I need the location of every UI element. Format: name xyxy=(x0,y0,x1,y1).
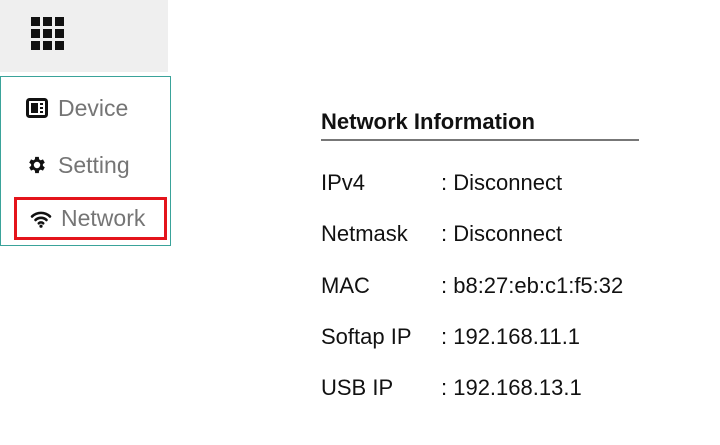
sidebar-item-label: Device xyxy=(58,94,129,121)
info-value: : 192.168.13.1 xyxy=(441,375,582,400)
app-header xyxy=(0,0,168,72)
wifi-icon xyxy=(29,207,53,231)
device-icon xyxy=(25,96,49,120)
info-value: : Disconnect xyxy=(441,170,563,195)
info-value: : b8:27:eb:c1:f5:32 xyxy=(441,273,624,298)
info-value: : 192.168.11.1 xyxy=(441,324,581,349)
info-label: Softap IP xyxy=(321,324,412,349)
info-value: : Disconnect xyxy=(441,221,563,246)
network-info-title: Network Information xyxy=(321,109,639,141)
sidebar-item-label: Network xyxy=(61,205,146,231)
page: Device Setting Network Network Informati… xyxy=(0,0,720,445)
info-label: USB IP xyxy=(321,375,394,400)
sidebar-item-device[interactable]: Device xyxy=(15,87,167,129)
info-label: IPv4 xyxy=(321,170,366,195)
sidebar-item-network[interactable]: Network xyxy=(14,197,167,240)
apps-grid-icon[interactable] xyxy=(31,17,64,50)
sidebar-item-setting[interactable]: Setting xyxy=(15,144,167,186)
sidebar-item-label: Setting xyxy=(58,151,130,178)
sidebar-menu: Device Setting Network xyxy=(0,76,171,246)
gear-icon xyxy=(25,153,49,177)
info-label: Netmask xyxy=(321,221,408,246)
info-label: MAC xyxy=(321,273,370,298)
